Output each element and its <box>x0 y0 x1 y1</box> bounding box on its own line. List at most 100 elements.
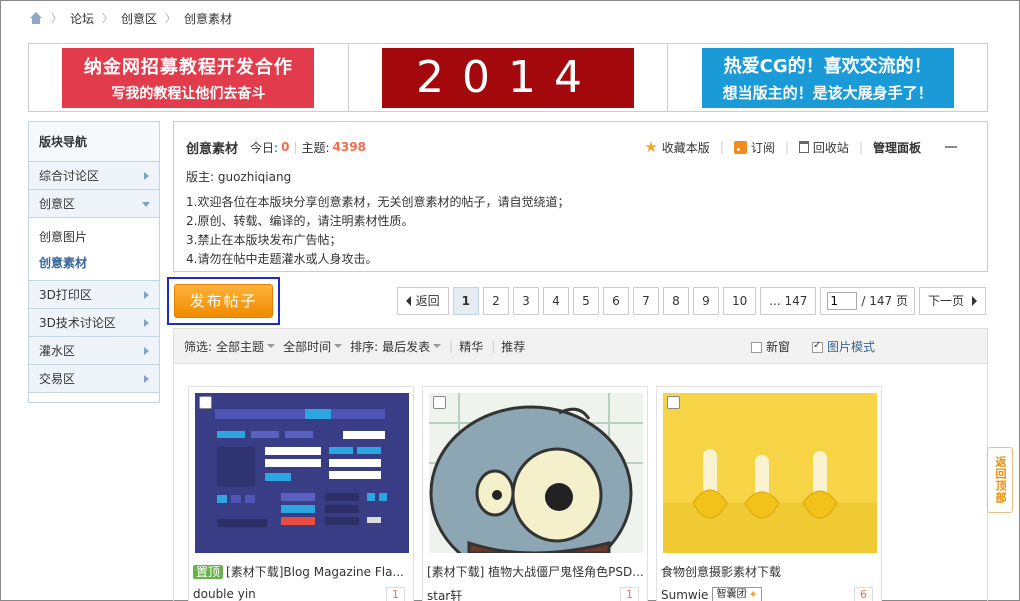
rule-line: 3.禁止在本版块发布广告帖； <box>186 233 342 247</box>
recommend-filter[interactable]: 推荐 <box>501 338 525 355</box>
sidebar-item-creative[interactable]: 创意区 <box>29 190 159 218</box>
chevron-right-icon <box>144 375 149 383</box>
rule-line: 1.欢迎各位在本版块分享创意素材，无关创意素材的帖子，请自觉绕道； <box>186 195 570 209</box>
thread-card: 置顶 [素材下载]Blog Magazine Fla... double yin … <box>188 386 414 601</box>
digest-filter[interactable]: 精华 <box>459 338 483 355</box>
page-10[interactable]: 10 <box>722 287 757 315</box>
pagination: 返回 1 2 3 4 5 6 7 8 9 10 ... 147 / 147 页 … <box>396 287 986 315</box>
sidebar-item-3d-tech[interactable]: 3D技术讨论区 <box>29 309 159 337</box>
thread-title[interactable]: 置顶 [素材下载]Blog Magazine Fla... <box>193 563 409 580</box>
chevron-left-icon <box>405 296 411 306</box>
filter-label: 筛选: <box>184 339 213 354</box>
author-name: Sumwie <box>661 588 709 601</box>
image-mode-toggle[interactable]: 图片模式 <box>811 338 875 355</box>
chevron-down-icon <box>433 344 442 348</box>
thread-thumbnail[interactable] <box>663 393 877 553</box>
thread-title-text: [素材下载]Blog Magazine Fla... <box>226 565 404 579</box>
back-to-top-button[interactable]: 返回顶部 <box>987 447 1013 513</box>
trash-icon <box>798 141 809 153</box>
star-icon: ★ <box>644 138 658 156</box>
thread-thumbnail[interactable] <box>195 393 409 553</box>
sidebar-item-label: 综合讨论区 <box>39 169 100 183</box>
divider: | <box>784 140 789 154</box>
breadcrumb-creative-material[interactable]: 创意素材 <box>184 10 232 27</box>
thread-author[interactable]: double yin <box>193 587 256 601</box>
breadcrumb-forum[interactable]: 论坛 <box>70 10 94 27</box>
divider: | <box>491 339 496 353</box>
thread-title[interactable]: [素材下载] 植物大战僵尸鬼怪角色PSD... <box>427 563 643 580</box>
sidebar-subitem-creative-images[interactable]: 创意图片 <box>29 224 159 250</box>
page-5[interactable]: 5 <box>572 287 599 315</box>
sidebar-item-label: 创意区 <box>39 197 76 211</box>
image-mode-checkbox[interactable] <box>811 340 823 353</box>
banner-line1: 纳金网招募教程开发合作 <box>83 56 293 78</box>
reply-count: 1 <box>386 587 405 601</box>
page-8[interactable]: 8 <box>662 287 689 315</box>
select-checkbox[interactable] <box>667 396 680 409</box>
page-9[interactable]: 9 <box>692 287 719 315</box>
page-7[interactable]: 7 <box>632 287 659 315</box>
chevron-down-icon <box>142 202 150 207</box>
sidebar-item-3d-print[interactable]: 3D打印区 <box>29 281 159 309</box>
author-name: star轩 <box>427 589 463 601</box>
page-2[interactable]: 2 <box>482 287 509 315</box>
collapse-icon[interactable] <box>945 146 957 148</box>
chevron-right-icon: 〉 <box>102 12 114 25</box>
thread-thumbnail[interactable] <box>429 393 643 553</box>
page-3[interactable]: 3 <box>512 287 539 315</box>
page-4[interactable]: 4 <box>542 287 569 315</box>
theme-filter-dropdown[interactable]: 全部主题 <box>216 338 276 355</box>
page-6[interactable]: 6 <box>602 287 629 315</box>
divider: | <box>719 140 724 154</box>
next-label: 下一页 <box>927 294 964 308</box>
page-jump-input[interactable] <box>827 292 858 310</box>
banner-cell: 2014 <box>349 44 669 111</box>
banner-cell: 热爱CG的！喜欢交流的！ 想当版主的！是该大展身手了！ <box>668 44 987 111</box>
new-window-checkbox[interactable] <box>750 341 762 353</box>
rss-icon <box>733 140 747 154</box>
thread-author[interactable]: Sumwie 智囊团 ✦ <box>661 587 762 601</box>
select-checkbox[interactable] <box>433 396 446 409</box>
sidebar-subitem-creative-material[interactable]: 创意素材 <box>29 250 159 276</box>
new-post-button[interactable]: 发布帖子 <box>174 284 273 318</box>
time-filter-dropdown[interactable]: 全部时间 <box>283 338 343 355</box>
sidebar-item-trade[interactable]: 交易区 <box>29 365 159 393</box>
new-window-toggle[interactable]: 新窗 <box>750 338 790 355</box>
favorite-forum-button[interactable]: ★ 收藏本版 <box>644 138 709 156</box>
subscribe-button[interactable]: 订阅 <box>733 139 775 156</box>
theme-filter-value: 全部主题 <box>216 339 265 354</box>
thread-author[interactable]: star轩 <box>427 587 462 601</box>
banner-recruit-tutorial[interactable]: 纳金网招募教程开发合作 写我的教程让他们去奋斗 <box>62 47 315 108</box>
home-icon[interactable] <box>29 12 43 24</box>
think-tank-medal: 智囊团 ✦ <box>712 587 762 601</box>
thread-title[interactable]: 食物创意摄影素材下载 <box>661 563 877 580</box>
back-label: 返回 <box>415 294 440 308</box>
sidebar-item-general[interactable]: 综合讨论区 <box>29 162 159 190</box>
divider: | <box>858 140 863 154</box>
thread-title-text: [素材下载] 植物大战僵尸鬼怪角色PSD... <box>427 565 643 579</box>
chevron-down-icon <box>267 344 276 348</box>
thread-card: [素材下载] 植物大战僵尸鬼怪角色PSD... star轩 1 <box>422 386 648 601</box>
filter-bar: 筛选: 全部主题 全部时间 排序: 最后发表 | 精华 | 推荐 新窗 图片模式 <box>173 328 988 364</box>
divider: | <box>293 140 298 154</box>
forum-name: 创意素材 <box>186 141 239 157</box>
banner-2014[interactable]: 2014 <box>382 47 634 108</box>
banner-line2: 想当版主的！是该大展身手了！ <box>722 84 933 102</box>
banner-recruit-moderator[interactable]: 热爱CG的！喜欢交流的！ 想当版主的！是该大展身手了！ <box>701 47 954 108</box>
breadcrumb-creative-zone[interactable]: 创意区 <box>121 10 157 27</box>
select-checkbox[interactable] <box>199 396 212 409</box>
page-1[interactable]: 1 <box>452 287 479 315</box>
chevron-right-icon: 〉 <box>165 12 177 25</box>
topics-label: 主题: <box>301 140 330 155</box>
back-button[interactable]: 返回 <box>396 287 449 315</box>
page-last[interactable]: ... 147 <box>760 287 817 315</box>
next-page-button[interactable]: 下一页 <box>918 287 986 315</box>
manage-panel-button[interactable]: 管理面板 <box>873 139 921 156</box>
today-count: 0 <box>281 140 290 154</box>
sort-dropdown[interactable]: 最后发表 <box>382 338 442 355</box>
sort-label: 排序: <box>350 339 379 354</box>
chevron-right-icon <box>972 296 977 306</box>
sidebar-item-chat[interactable]: 灌水区 <box>29 337 159 365</box>
today-label: 今日: <box>250 140 279 155</box>
recycle-bin-button[interactable]: 回收站 <box>798 139 849 156</box>
